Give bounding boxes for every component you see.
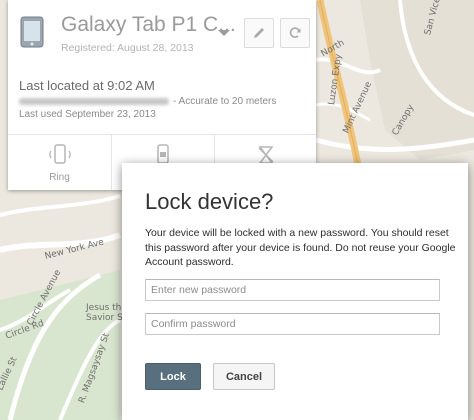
ring-action[interactable]: Ring (8, 135, 111, 190)
lock-button[interactable]: Lock (145, 363, 201, 390)
blurred-address (19, 97, 169, 105)
pencil-icon (254, 28, 264, 38)
last-located-time: Last located at 9:02 AM (19, 78, 155, 93)
cancel-button[interactable]: Cancel (213, 363, 275, 390)
device-registered-date: Registered: August 28, 2013 (61, 42, 194, 54)
refresh-location-button[interactable] (280, 18, 310, 48)
device-name[interactable]: Galaxy Tab P1 C... (61, 13, 236, 37)
dialog-title: Lock device? (145, 189, 274, 214)
ring-phone-icon (48, 144, 71, 164)
chevron-down-icon[interactable] (218, 30, 230, 36)
map-label-jesus-the: Jesus the (86, 303, 127, 313)
confirm-password-input[interactable] (145, 313, 440, 335)
device-card: Galaxy Tab P1 C... Registered: August 28… (8, 0, 316, 190)
last-used-date: Last used September 23, 2013 (19, 109, 156, 120)
rename-device-button[interactable] (244, 18, 274, 48)
lock-device-dialog: Lock device? Your device will be locked … (122, 163, 468, 420)
refresh-icon (289, 27, 301, 38)
ring-label: Ring (49, 172, 70, 183)
location-accuracy: - Accurate to 20 meters (173, 96, 277, 107)
new-password-input[interactable] (145, 279, 440, 301)
location-address-row: - Accurate to 20 meters (19, 96, 276, 107)
dialog-message: Your device will be locked with a new pa… (145, 227, 456, 268)
tablet-icon (20, 16, 44, 48)
